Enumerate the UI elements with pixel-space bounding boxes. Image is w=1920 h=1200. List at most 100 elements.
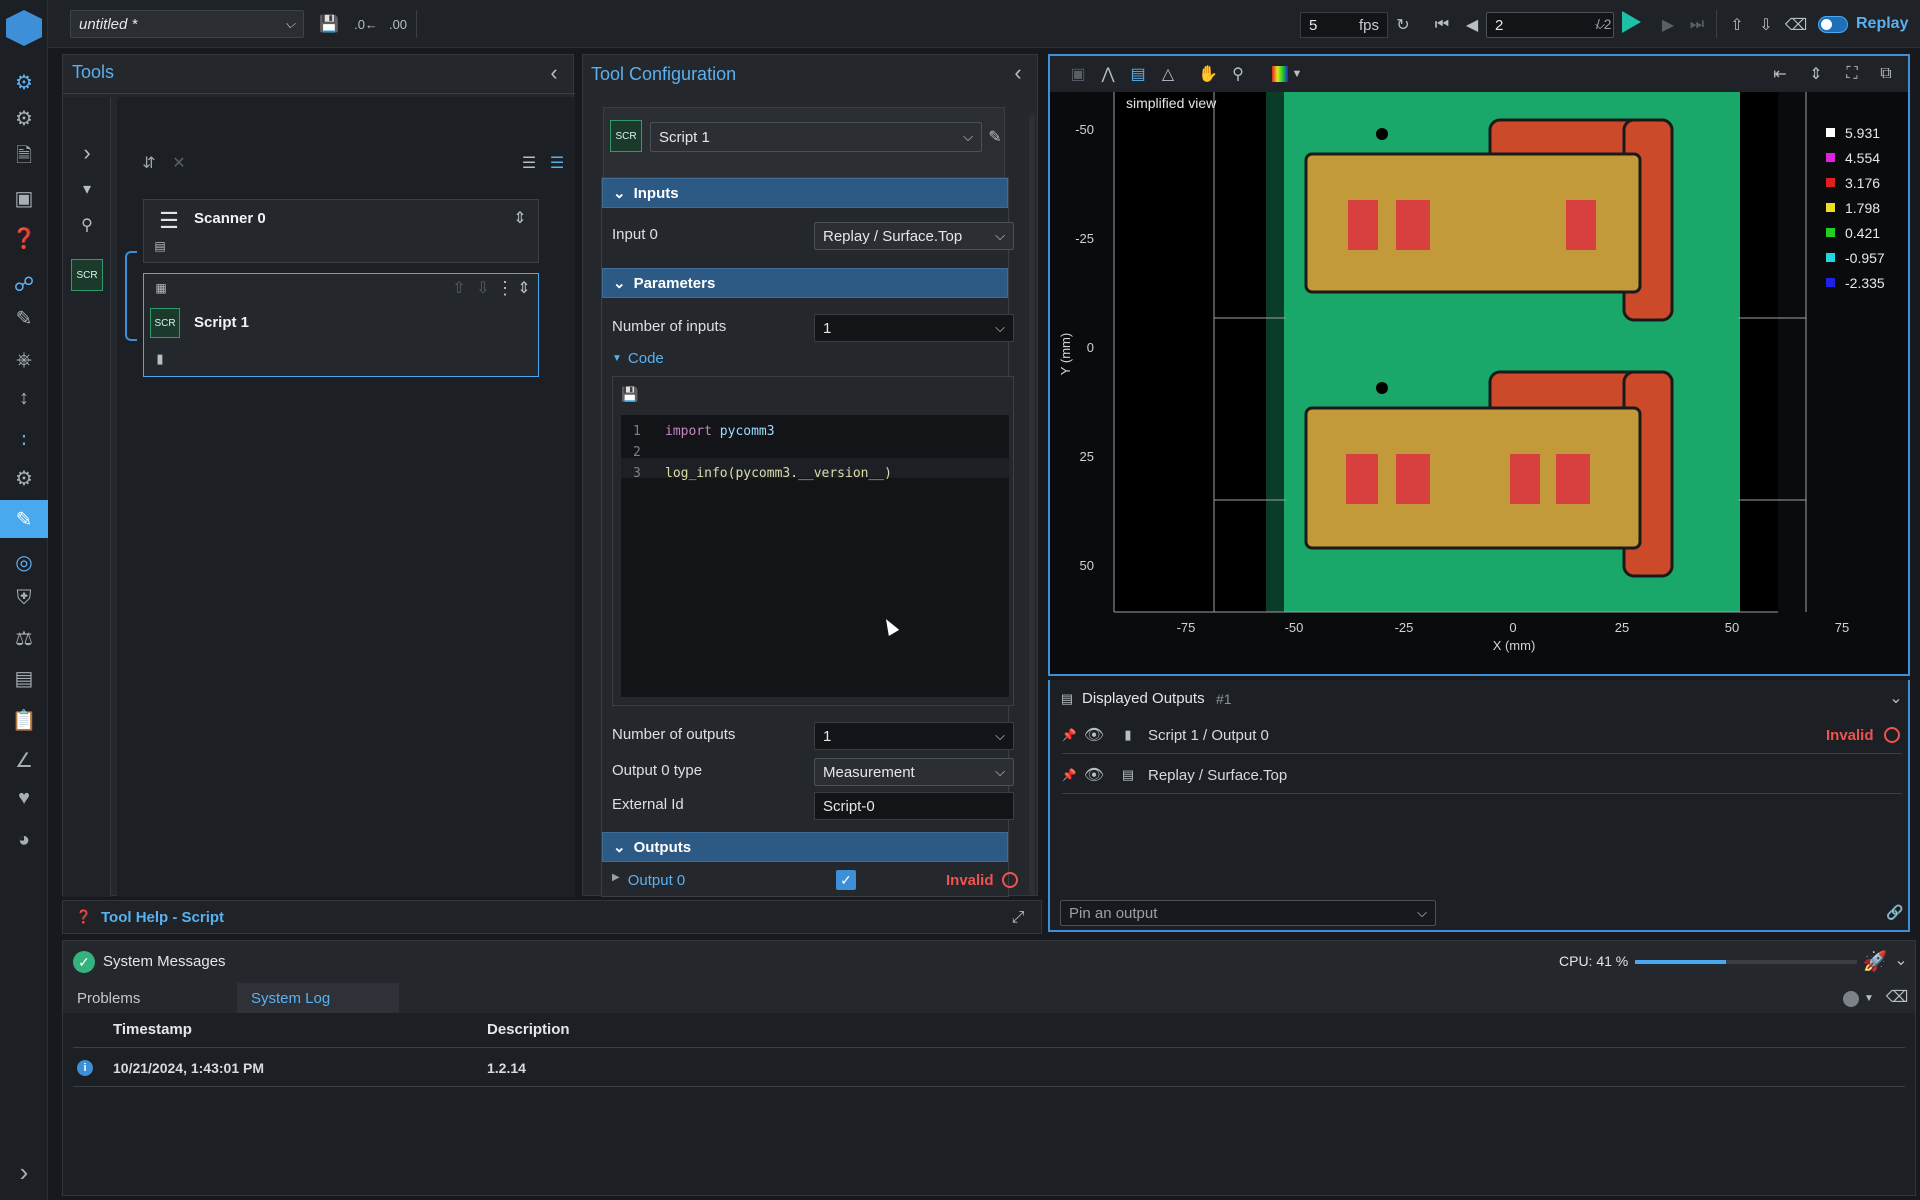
surface-icon[interactable]: ▤ xyxy=(1126,62,1150,86)
project-select[interactable]: untitled * ⌵ xyxy=(70,10,304,38)
move-up-icon[interactable]: ⇧ xyxy=(450,278,468,298)
last-frame-icon[interactable]: ⏭ xyxy=(1685,12,1709,38)
previous-frame-icon[interactable]: ◀ xyxy=(1460,12,1484,38)
decrease-precision-icon[interactable]: .0← xyxy=(354,12,378,36)
inputs-section-header[interactable]: ⌄ Inputs xyxy=(602,178,1008,208)
collapse-panel-chevron-icon[interactable]: ‹ xyxy=(543,60,565,85)
chevron-down-icon[interactable]: ⌄ xyxy=(1886,688,1906,708)
output-row[interactable]: 📌 👁 ▮ Script 1 / Output 0 Invalid xyxy=(1062,716,1902,754)
popout-icon[interactable]: ⧉ xyxy=(1874,62,1898,86)
list-view-icon[interactable]: ☰ xyxy=(519,153,539,173)
dashboard-icon[interactable]: ▤ xyxy=(8,662,40,694)
measure-icon[interactable]: ∶ xyxy=(8,424,40,456)
reorder-arrows-icon[interactable]: ⇕ xyxy=(512,208,528,228)
clear-icon[interactable]: ✕ xyxy=(169,153,189,173)
eraser-icon[interactable]: ⌫ xyxy=(1783,12,1809,38)
fps-input[interactable]: 5 fps xyxy=(1300,12,1388,38)
more-options-icon[interactable]: ⋮ xyxy=(496,278,514,298)
scr-tool-badge[interactable]: SCR xyxy=(71,259,103,291)
scrollbar[interactable] xyxy=(1029,115,1035,895)
collapse-panel-chevron-icon[interactable]: ‹ xyxy=(1007,60,1029,85)
first-frame-icon[interactable]: ⏮ xyxy=(1430,12,1454,38)
increase-precision-icon[interactable]: .00 xyxy=(387,12,409,36)
search-icon[interactable]: ⚲ xyxy=(75,213,99,237)
num-inputs-select[interactable]: 1 ⌵ xyxy=(814,314,1014,342)
play-icon[interactable] xyxy=(1622,11,1641,33)
upload-icon[interactable]: ⇧ xyxy=(1724,12,1750,38)
filter-icon[interactable]: ▾ xyxy=(75,177,99,201)
surface-plot[interactable]: simplified view -50 -25 0 25 50 Y (mm) -… xyxy=(1050,92,1908,676)
pin-icon[interactable]: 📌 xyxy=(1062,726,1077,744)
save-code-icon[interactable]: 💾 xyxy=(621,385,639,403)
link-icon[interactable]: 🔗 xyxy=(1886,902,1904,922)
table-row[interactable]: i 10/21/2024, 1:43:01 PM 1.2.14 xyxy=(73,1049,1905,1087)
files-icon[interactable]: 🗎 xyxy=(8,142,40,174)
image-icon[interactable]: ▣ xyxy=(1066,62,1090,86)
chevron-down-icon[interactable]: ⌄ xyxy=(1891,949,1911,971)
eye-icon[interactable]: 👁 xyxy=(1084,766,1104,784)
target-icon[interactable]: ◎ xyxy=(8,546,40,578)
output0-checkbox[interactable]: ✓ xyxy=(836,870,856,890)
tools-scan-icon[interactable]: ✎ xyxy=(0,500,48,538)
fullscreen-icon[interactable]: ⛶ xyxy=(1840,62,1864,86)
chevron-down-icon[interactable]: ▼ xyxy=(1863,989,1875,1007)
replay-toggle[interactable] xyxy=(1818,16,1848,33)
gear-icon[interactable]: ⚙ xyxy=(8,102,40,134)
edit-pencil-icon[interactable]: ✎ xyxy=(984,122,1006,152)
output-type-select[interactable]: Measurement ⌵ xyxy=(814,758,1014,786)
pan-hand-icon[interactable]: ✋ xyxy=(1196,62,1220,86)
angle-icon[interactable]: ∠ xyxy=(8,744,40,776)
save-icon[interactable]: 💾 xyxy=(318,12,340,36)
shield-icon[interactable]: ⛨ xyxy=(8,582,40,614)
resize-handle[interactable] xyxy=(1474,674,1488,677)
edit-pen-icon[interactable]: ✎ xyxy=(8,302,40,334)
output0-row[interactable]: ▶ Output 0 xyxy=(612,872,685,889)
settings-cogs-icon[interactable]: ⚙ xyxy=(8,66,40,98)
expand-collapse-all-icon[interactable]: ⇵ xyxy=(139,153,159,173)
health-heart-icon[interactable]: ♥ xyxy=(8,782,40,814)
color-palette-icon[interactable] xyxy=(1272,66,1288,82)
pin-output-select[interactable]: Pin an output ⌵ xyxy=(1060,900,1436,926)
clipboard-icon[interactable]: 📋 xyxy=(8,704,40,736)
speedometer-icon[interactable]: ◕ xyxy=(8,824,40,856)
detail-view-icon[interactable]: ☰ xyxy=(547,153,567,173)
toolbox-icon[interactable]: ▣ xyxy=(8,182,40,214)
scanner-node[interactable]: ☰ Scanner 0 ⇕ ▤ xyxy=(143,199,539,263)
download-icon[interactable]: ⇩ xyxy=(1753,12,1779,38)
3d-view-icon[interactable]: △ xyxy=(1156,62,1180,86)
tool-select[interactable]: Script 1 ⌵ xyxy=(650,122,982,152)
external-id-input[interactable]: Script-0 xyxy=(814,792,1014,820)
script-node[interactable]: ▦ ⇧ ⇩ ⋮ ⇕ SCR Script 1 ▮ xyxy=(143,273,539,377)
reorder-arrows-icon[interactable]: ⇕ xyxy=(516,278,532,298)
move-down-icon[interactable]: ⇩ xyxy=(474,278,492,298)
probe-icon[interactable]: ⚖ xyxy=(8,622,40,654)
output-row[interactable]: 📌 👁 ▤ Replay / Surface.Top xyxy=(1062,756,1902,794)
help-icon[interactable]: ❓ xyxy=(8,222,40,254)
profile-icon[interactable]: ⋀ xyxy=(1096,62,1120,86)
network-icon[interactable]: ☍ xyxy=(8,268,40,300)
expand-chevron-icon[interactable]: › xyxy=(75,140,99,165)
loop-icon[interactable]: ↻ xyxy=(1390,12,1416,38)
parameters-section-header[interactable]: ⌄ Parameters xyxy=(602,268,1008,298)
align-icon[interactable]: ↕ xyxy=(8,382,40,414)
expand-rail-chevron-icon[interactable]: › xyxy=(8,1156,40,1188)
tool-help-bar[interactable]: ❓ Tool Help - Script ⤢ xyxy=(62,900,1042,934)
fit-height-icon[interactable]: ⇕ xyxy=(1804,62,1828,86)
pin-icon[interactable]: 📌 xyxy=(1062,766,1077,784)
process-gear-icon[interactable]: ⚙ xyxy=(8,462,40,494)
nodes-icon[interactable]: ⎈ xyxy=(8,344,40,376)
zoom-icon[interactable]: ⚲ xyxy=(1226,62,1250,86)
eye-icon[interactable]: 👁 xyxy=(1084,726,1104,744)
next-frame-icon[interactable]: ▶ xyxy=(1656,12,1680,38)
frame-select[interactable]: 2 ⌵ xyxy=(1486,12,1614,38)
code-toggle[interactable]: ▼ Code xyxy=(612,350,664,367)
expand-icon[interactable]: ⤢ xyxy=(1007,907,1029,929)
outputs-section-header[interactable]: ⌄ Outputs xyxy=(602,832,1008,862)
code-editor[interactable]: 1 2 3 import pycomm3 log_info(pycomm3.__… xyxy=(621,415,1009,697)
severity-filter-icon[interactable] xyxy=(1843,991,1859,1007)
chevron-down-icon[interactable]: ▼ xyxy=(1290,62,1304,86)
input0-select[interactable]: Replay / Surface.Top ⌵ xyxy=(814,222,1014,250)
tab-problems[interactable]: Problems xyxy=(63,983,237,1013)
num-outputs-select[interactable]: 1 ⌵ xyxy=(814,722,1014,750)
clear-log-eraser-icon[interactable]: ⌫ xyxy=(1886,987,1909,1007)
